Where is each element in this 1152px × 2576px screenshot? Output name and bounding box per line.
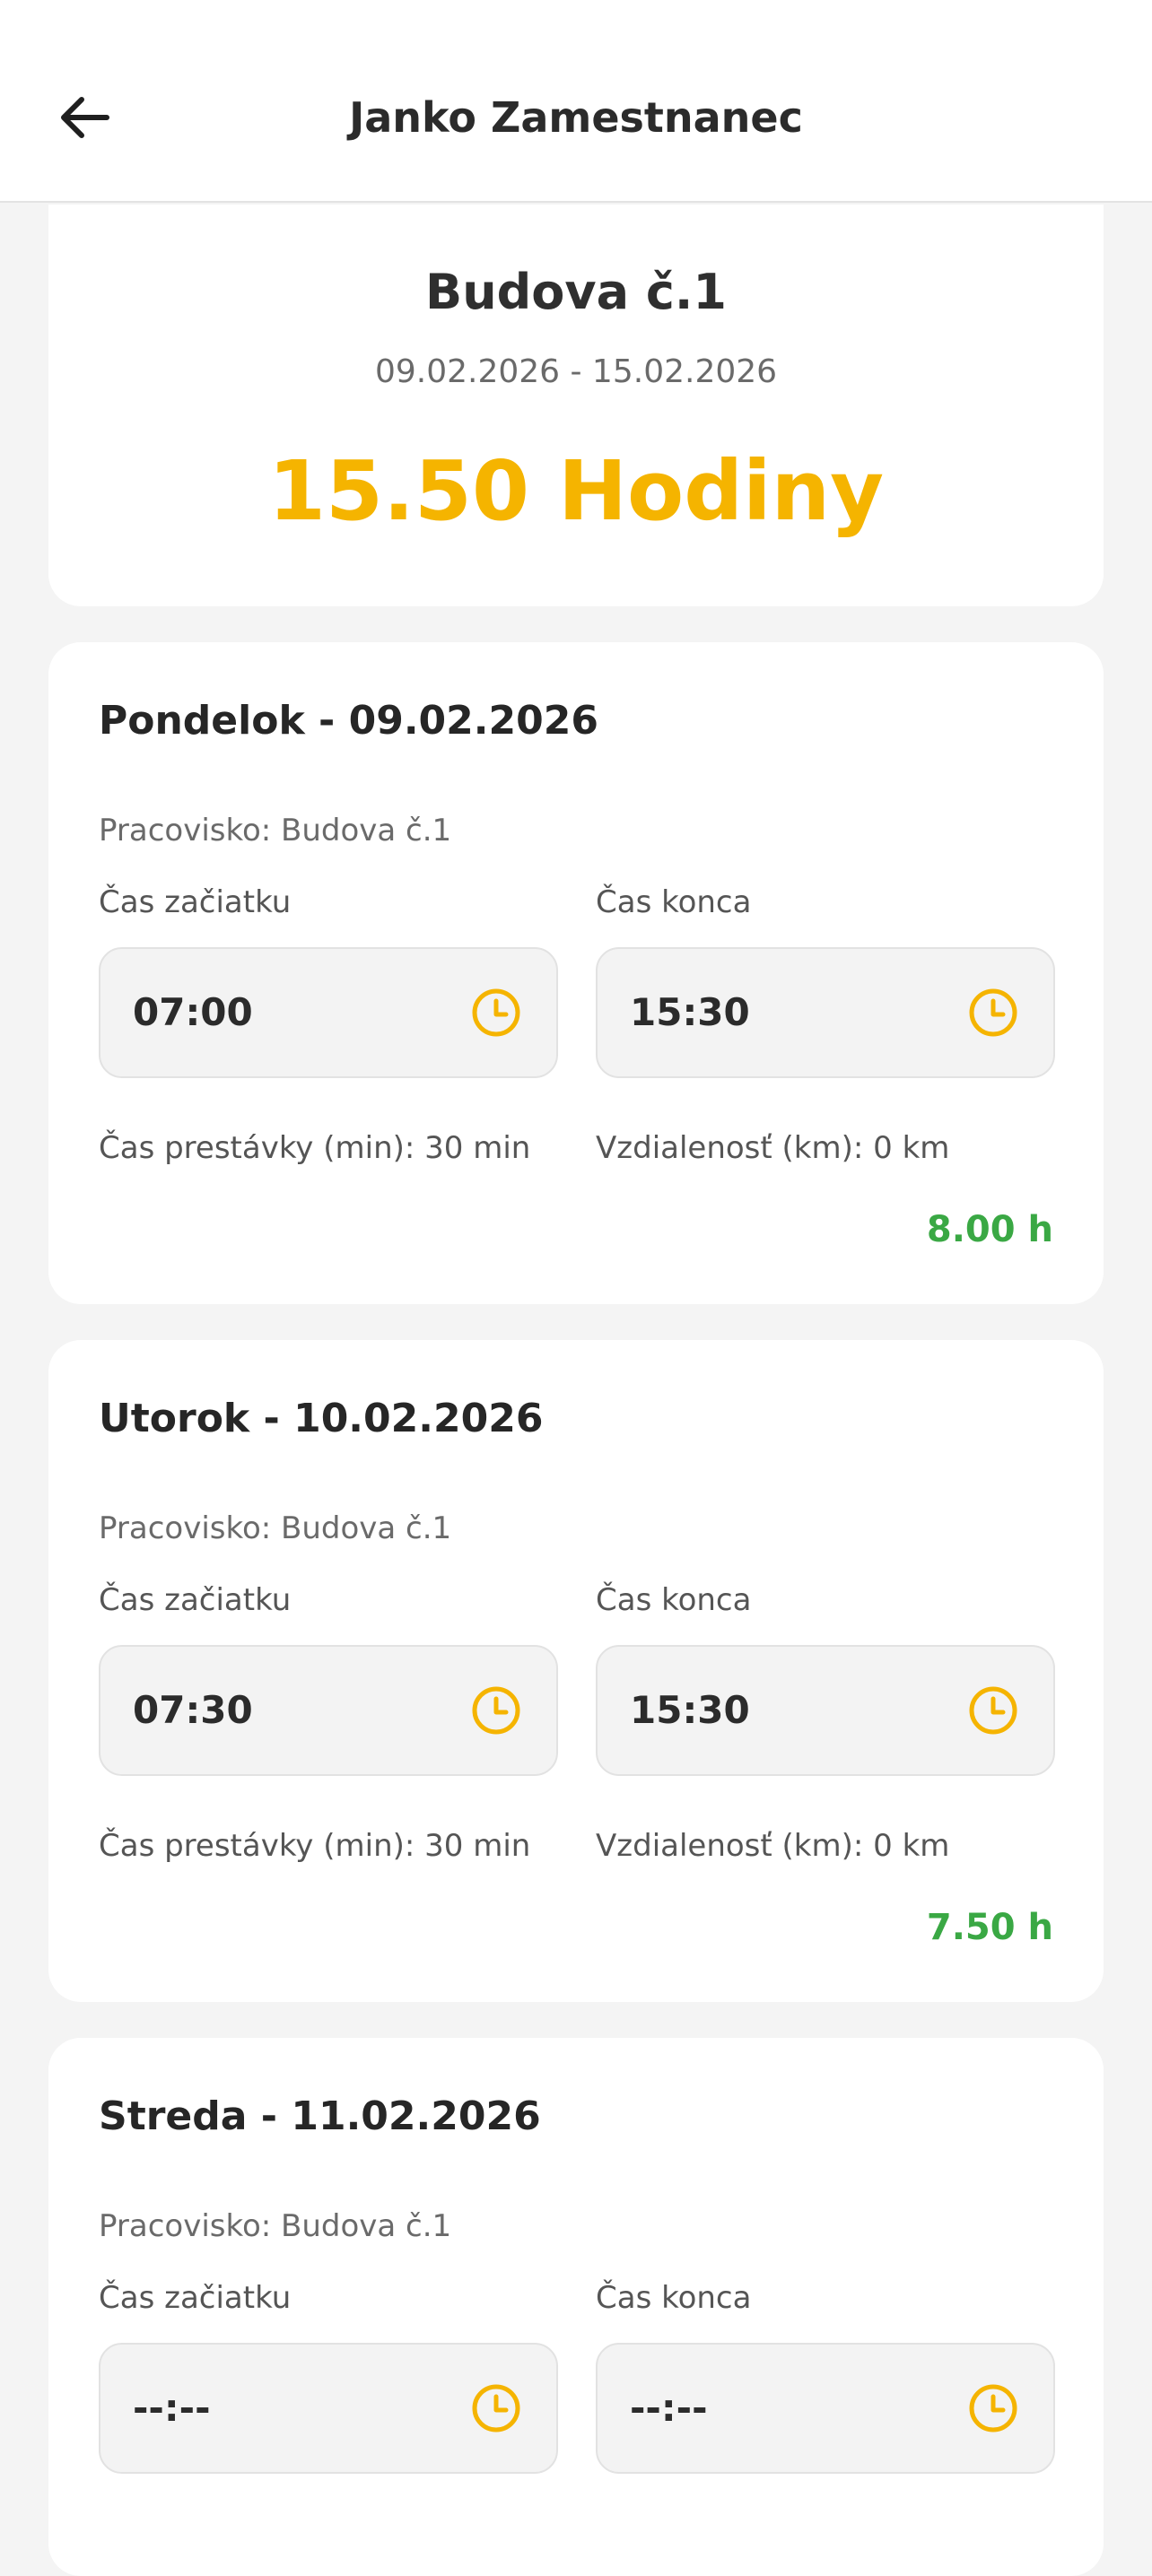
day-workplace: Pracovisko: Budova č.1: [99, 813, 452, 849]
day-workplace: Pracovisko: Budova č.1: [99, 1510, 452, 1546]
pause-info: Čas prestávky (min): 30 min: [99, 1130, 531, 1166]
end-time-label: Čas konca: [596, 2280, 752, 2316]
day-hours: 8.00 h: [926, 1209, 1053, 1250]
start-time-value: --:--: [133, 2386, 211, 2430]
summary-date-range: 09.02.2026 - 15.02.2026: [374, 353, 778, 390]
clock-icon: [472, 2384, 520, 2432]
distance-info: Vzdialenosť (km): 0 km: [596, 1130, 950, 1166]
day-card: Utorok - 10.02.2026 Pracovisko: Budova č…: [48, 1340, 1104, 2002]
clock-icon: [969, 988, 1017, 1037]
start-time-field[interactable]: 07:30: [99, 1645, 558, 1776]
day-card: Streda - 11.02.2026 Pracovisko: Budova č…: [48, 2038, 1104, 2576]
start-time-label: Čas začiatku: [99, 2280, 292, 2316]
day-workplace: Pracovisko: Budova č.1: [99, 2208, 452, 2244]
start-time-value: 07:30: [133, 1688, 253, 1732]
day-card: Pondelok - 09.02.2026 Pracovisko: Budova…: [48, 642, 1104, 1304]
pause-info: Čas prestávky (min): 30 min: [99, 1828, 531, 1864]
end-time-value: --:--: [630, 2386, 708, 2430]
day-hours: 7.50 h: [926, 1907, 1053, 1948]
end-time-value: 15:30: [630, 1688, 750, 1732]
timesheet-content[interactable]: Budova č.1 09.02.2026 - 15.02.2026 15.50…: [48, 205, 1104, 2576]
start-time-label: Čas začiatku: [99, 1582, 292, 1618]
end-time-field[interactable]: 15:30: [596, 1645, 1055, 1776]
day-title: Pondelok - 09.02.2026: [99, 698, 598, 744]
end-time-field[interactable]: --:--: [596, 2343, 1055, 2474]
distance-info: Vzdialenosť (km): 0 km: [596, 1828, 950, 1864]
start-time-value: 07:00: [133, 990, 253, 1034]
summary-card: Budova č.1 09.02.2026 - 15.02.2026 15.50…: [48, 205, 1104, 606]
end-time-value: 15:30: [630, 990, 750, 1034]
summary-site: Budova č.1: [425, 264, 727, 320]
start-time-field[interactable]: 07:00: [99, 947, 558, 1078]
clock-icon: [472, 1686, 520, 1735]
day-title: Streda - 11.02.2026: [99, 2093, 541, 2139]
clock-icon: [472, 988, 520, 1037]
start-time-label: Čas začiatku: [99, 884, 292, 920]
page-title: Janko Zamestnanec: [349, 93, 803, 142]
end-time-field[interactable]: 15:30: [596, 947, 1055, 1078]
summary-total-hours: 15.50 Hodiny: [267, 443, 885, 539]
clock-icon: [969, 1686, 1017, 1735]
end-time-label: Čas konca: [596, 884, 752, 920]
day-title: Utorok - 10.02.2026: [99, 1396, 544, 1441]
app-header: Janko Zamestnanec: [0, 0, 1152, 203]
start-time-field[interactable]: --:--: [99, 2343, 558, 2474]
clock-icon: [969, 2384, 1017, 2432]
end-time-label: Čas konca: [596, 1582, 752, 1618]
